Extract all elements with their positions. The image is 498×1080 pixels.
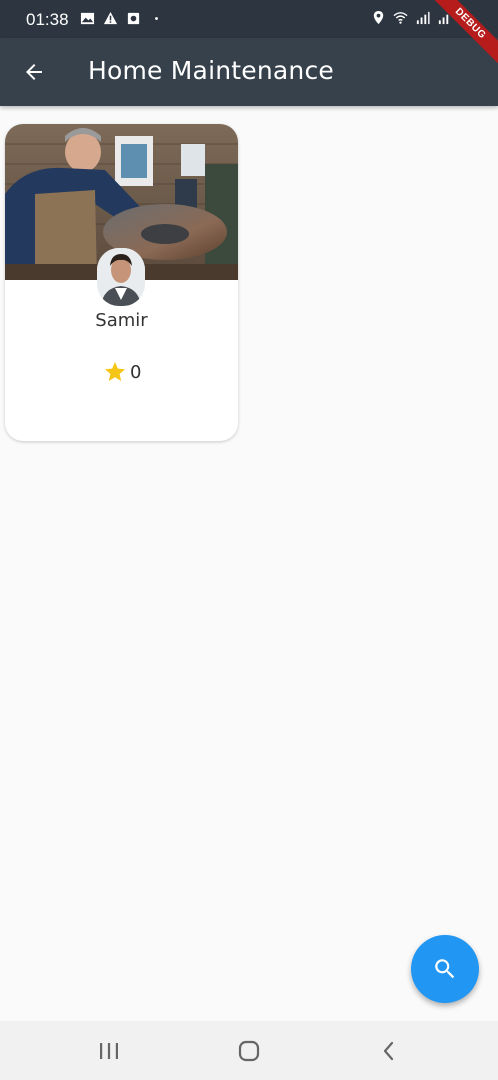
search-icon bbox=[435, 959, 455, 979]
rating: 0 bbox=[103, 360, 141, 384]
location-icon bbox=[373, 10, 384, 25]
arrow-back-icon bbox=[26, 64, 42, 80]
page-title: Home Maintenance bbox=[88, 56, 334, 85]
signal-icon bbox=[416, 11, 430, 25]
worker-card[interactable]: Samir 0 bbox=[5, 124, 238, 441]
back-icon bbox=[383, 1041, 394, 1061]
search-button[interactable] bbox=[411, 935, 479, 1003]
home-button[interactable] bbox=[229, 1037, 269, 1065]
star-icon bbox=[105, 362, 125, 381]
recent-apps-icon bbox=[100, 1043, 118, 1059]
system-back-button[interactable] bbox=[369, 1037, 409, 1065]
camera-app-icon bbox=[127, 12, 140, 25]
image-icon bbox=[80, 12, 95, 25]
recent-apps-button[interactable] bbox=[89, 1037, 129, 1065]
avatar bbox=[97, 248, 145, 306]
wifi-icon bbox=[393, 12, 408, 24]
status-time: 01:38 bbox=[26, 10, 69, 29]
status-bar: 01:38 bbox=[0, 0, 498, 38]
dot-icon bbox=[155, 17, 158, 20]
home-icon bbox=[238, 1040, 260, 1062]
warning-icon bbox=[103, 11, 118, 25]
worker-name: Samir bbox=[95, 310, 148, 331]
rating-value: 0 bbox=[130, 361, 142, 383]
app-bar: Home Maintenance bbox=[0, 38, 498, 106]
system-nav-bar bbox=[0, 1021, 498, 1080]
back-button[interactable] bbox=[12, 52, 56, 92]
